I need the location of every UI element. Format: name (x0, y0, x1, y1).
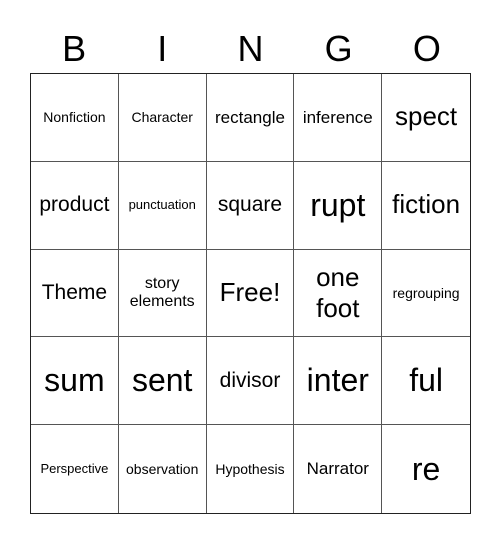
bingo-cell[interactable]: ful (382, 337, 470, 426)
bingo-board: Nonfiction Character rectangle inference… (30, 73, 471, 514)
bingo-cell[interactable]: sent (118, 337, 207, 426)
header-letter-g: G (324, 28, 353, 69)
header-letter-n: N (237, 28, 264, 69)
bingo-cell[interactable]: inter (294, 337, 383, 426)
bingo-cell[interactable]: spect (382, 74, 470, 162)
bingo-cell[interactable]: divisor (206, 337, 295, 426)
header-letter-o: O (412, 28, 441, 69)
bingo-cell[interactable]: rectangle (206, 74, 295, 162)
bingo-cell[interactable]: story elements (118, 249, 207, 338)
free-space-cell[interactable]: Free! (206, 249, 295, 338)
bingo-cell[interactable]: product (31, 161, 119, 250)
bingo-cell[interactable]: observation (119, 425, 207, 513)
bingo-cell[interactable]: fiction (382, 162, 470, 250)
bingo-cell[interactable]: sum (31, 337, 119, 426)
bingo-cell[interactable]: rupt (294, 161, 383, 250)
bingo-cell[interactable]: Narrator (294, 425, 383, 513)
bingo-cell[interactable]: one foot (294, 249, 383, 338)
bingo-cell[interactable]: Hypothesis (207, 425, 295, 513)
bingo-header: B I N G O (30, 26, 471, 72)
bingo-cell[interactable]: Character (118, 74, 207, 162)
bingo-cell[interactable]: Perspective (31, 425, 119, 513)
header-letter-i: I (157, 28, 168, 69)
bingo-cell[interactable]: re (382, 425, 470, 513)
bingo-cell[interactable]: punctuation (118, 161, 207, 250)
header-letter-b: B (62, 28, 87, 69)
bingo-cell[interactable]: inference (294, 74, 383, 162)
bingo-cell[interactable]: regrouping (382, 250, 470, 338)
bingo-cell[interactable]: Nonfiction (31, 74, 119, 162)
bingo-cell[interactable]: square (206, 161, 295, 250)
bingo-cell[interactable]: Theme (31, 249, 119, 338)
